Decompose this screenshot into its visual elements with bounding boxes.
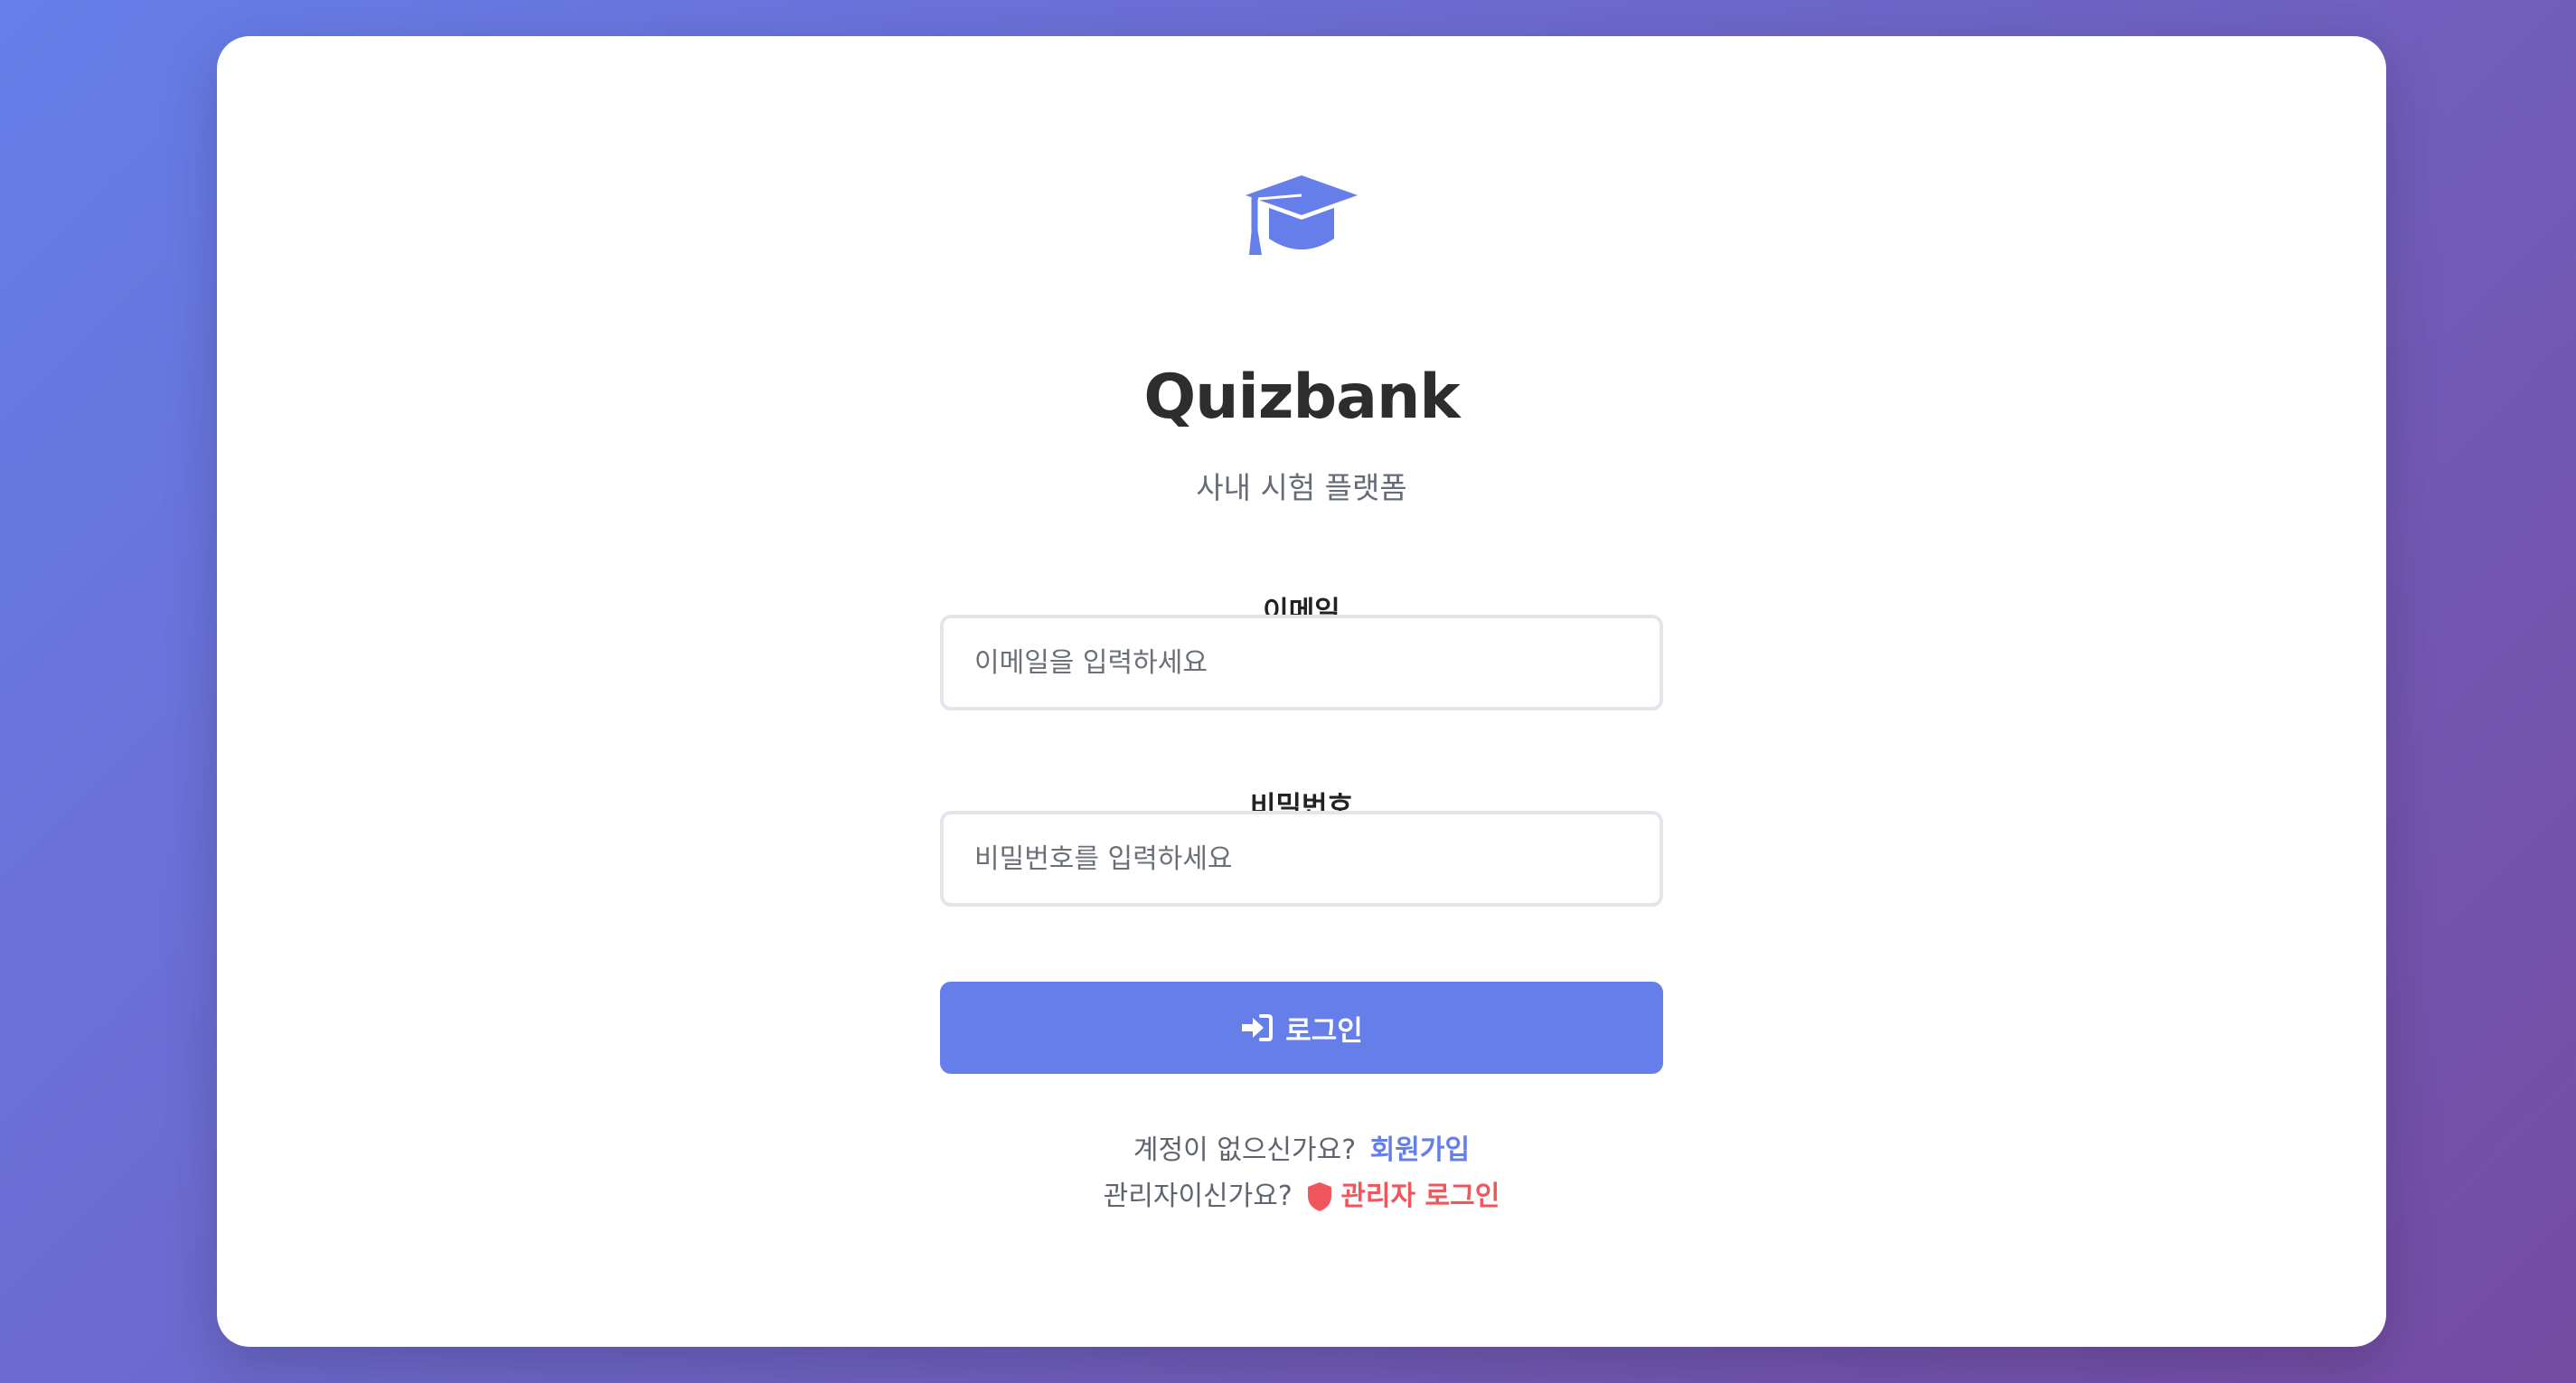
admin-login-link[interactable]: 관리자 로그인 xyxy=(1306,1177,1500,1217)
signup-prompt-line: 계정이 없으신가요? 회원가입 xyxy=(217,1131,2386,1171)
admin-prompt-text: 관리자이신가요? xyxy=(1103,1181,1293,1212)
shield-icon xyxy=(1308,1182,1332,1211)
login-button-label: 로그인 xyxy=(1285,1014,1363,1048)
login-card: Quizbank 사내 시험 플랫폼 이메일 비밀번호 로그인 계정이 없으신가… xyxy=(217,36,2386,1347)
app-subtitle: 사내 시험 플랫폼 xyxy=(1196,470,1407,505)
login-button[interactable]: 로그인 xyxy=(940,982,1663,1074)
admin-login-label: 관리자 로그인 xyxy=(1340,1181,1500,1212)
password-input[interactable] xyxy=(940,811,1663,907)
admin-prompt-line: 관리자이신가요? 관리자 로그인 xyxy=(217,1177,2386,1217)
signup-prompt-text: 계정이 없으신가요? xyxy=(1133,1134,1357,1166)
signup-link[interactable]: 회원가입 xyxy=(1370,1134,1470,1166)
email-input[interactable] xyxy=(940,615,1663,710)
graduation-cap-icon xyxy=(1246,175,1358,255)
sign-in-icon xyxy=(1242,1014,1274,1041)
app-title: Quizbank xyxy=(1143,362,1460,433)
